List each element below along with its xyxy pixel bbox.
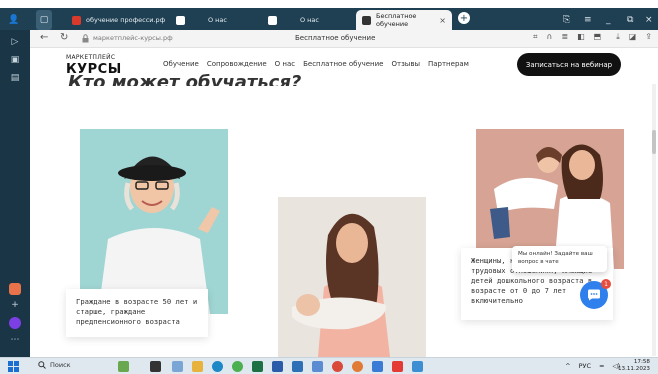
taskbar-app2-icon[interactable] [312, 361, 323, 372]
panel-icon[interactable]: ▣ [9, 54, 21, 66]
taskbar-chrome-icon[interactable] [232, 361, 243, 372]
browser-tab-bar: 👤 ▢ обучение професси.рф О нас О нас Бес… [0, 8, 658, 30]
reader-icon[interactable]: ∩ [547, 32, 553, 42]
taskbar-app5-icon[interactable] [412, 361, 423, 372]
play-icon[interactable]: ▷ [9, 36, 21, 48]
chat-tooltip-text: Мы онлайн! Задайте ваш вопрос в чате [518, 251, 593, 265]
taskbar-search[interactable]: Поиск [38, 361, 71, 369]
taskbar-widgets-icon[interactable] [118, 361, 129, 372]
browser-side-panel: ◷ ▷ ▣ ▤ + ⋯ [0, 8, 30, 357]
downloads-icon[interactable]: ⤓ [616, 32, 620, 42]
taskbar-app4-icon[interactable] [372, 361, 383, 372]
system-tray: ^ РУС ≈ ◁) [565, 362, 620, 370]
search-icon [38, 361, 46, 369]
taskbar-excel-icon[interactable] [252, 361, 263, 372]
logo-top[interactable]: МАРКЕТПЛЕЙС [66, 54, 115, 61]
collections-icon[interactable]: ≣ [561, 32, 568, 42]
photo-mother-baby [278, 197, 426, 357]
tab-favicon-icon [72, 15, 81, 25]
taskbar-taskview-icon[interactable] [150, 361, 161, 372]
maximize-icon[interactable]: ⧉ [627, 10, 633, 30]
windows-taskbar: Поиск ^ РУС ≈ ◁) 17:58 13.11.2023 [0, 357, 658, 374]
minimize-icon[interactable]: _ [606, 10, 611, 30]
save-icon[interactable]: ⬒ [594, 32, 602, 42]
taskbar-search-label: Поиск [50, 361, 71, 369]
menu-item-reviews[interactable]: Отзывы [391, 60, 420, 68]
page-scrollbar-thumb[interactable] [652, 130, 656, 154]
menu-item-partners[interactable]: Партнерам [428, 60, 469, 68]
tray-chevron-icon[interactable]: ^ [565, 362, 570, 370]
tabs-icon[interactable]: ▤ [9, 72, 21, 84]
translate-icon[interactable]: ⌗ [533, 32, 538, 42]
clock-time: 17:58 [633, 359, 650, 365]
tab-favicon-icon [176, 15, 185, 25]
page-scrollbar[interactable] [652, 84, 656, 356]
reload-icon[interactable]: ↻ [60, 32, 68, 43]
share-icon[interactable]: ⇪ [645, 32, 652, 42]
taskbar-app-icon[interactable] [172, 361, 183, 372]
tab-1[interactable]: обучение професси.рф [66, 10, 172, 30]
page-title: Бесплатное обучение [295, 34, 376, 42]
taskbar-app3-icon[interactable] [352, 361, 363, 372]
bookmark-icon[interactable]: ◧ [577, 32, 585, 42]
bookmark-window-icon[interactable]: ⎘ [563, 10, 570, 30]
clock-date: 13.11.2023 [617, 366, 650, 372]
new-tab-button[interactable]: + [458, 12, 470, 24]
photo-senior-woman [80, 129, 228, 314]
url-input[interactable]: маркетплейс-курсы.рф [93, 34, 173, 42]
menu-item-training[interactable]: Обучение [163, 60, 199, 68]
close-tab-icon[interactable]: × [439, 16, 446, 25]
chat-unread-badge: 1 [601, 279, 611, 289]
card-seniors-text: Граждане в возрасте 50 лет и старше, гра… [76, 297, 198, 326]
webinar-signup-button[interactable]: Записаться на вебинар [517, 53, 621, 76]
section-heading: Кто может обучаться? [68, 72, 302, 86]
menu-item-support[interactable]: Сопровождение [207, 60, 267, 68]
address-bar-actions: ⌗ ∩ ≣ ◧ ⬒ ⤓ ◪ ⇪ [533, 32, 652, 42]
tab-active[interactable]: Бесплатное обучение × [356, 10, 452, 30]
taskbar-outlook-icon[interactable] [292, 361, 303, 372]
tab-favicon-icon [362, 15, 371, 25]
start-button[interactable] [8, 361, 19, 372]
card-seniors: Граждане в возрасте 50 лет и старше, гра… [66, 289, 208, 337]
extension-icon[interactable] [9, 283, 21, 295]
address-bar: ← ↻ маркетплейс-курсы.рф Бесплатное обуч… [30, 30, 658, 48]
profile-icon[interactable]: 👤 [8, 10, 19, 30]
lock-icon [82, 34, 89, 43]
add-panel-icon[interactable]: + [9, 299, 21, 311]
menu-icon[interactable]: ≡ [584, 10, 592, 30]
assistant-icon[interactable] [9, 317, 21, 329]
taskbar-edge-icon[interactable] [212, 361, 223, 372]
back-icon[interactable]: ← [40, 32, 48, 43]
menu-item-free-training[interactable]: Бесплатное обучение [303, 60, 383, 68]
tab-3[interactable]: О нас [262, 10, 352, 30]
taskbar-word-icon[interactable] [272, 361, 283, 372]
main-menu: Обучение Сопровождение О нас Бесплатное … [163, 60, 469, 68]
taskbar-yandex-icon[interactable] [332, 361, 343, 372]
taskbar-browser-icon[interactable] [392, 361, 403, 372]
extensions-icon[interactable]: ◪ [629, 32, 637, 42]
more-icon[interactable]: ⋯ [9, 334, 21, 346]
tab-group-icon[interactable]: ▢ [36, 10, 52, 30]
tray-language[interactable]: РУС [579, 362, 591, 370]
taskbar-explorer-icon[interactable] [192, 361, 203, 372]
menu-item-about[interactable]: О нас [275, 60, 295, 68]
chat-icon [588, 289, 600, 301]
close-window-icon[interactable]: × [645, 10, 653, 30]
tab-favicon-icon [268, 15, 277, 25]
wifi-icon[interactable]: ≈ [599, 362, 604, 370]
tab-2[interactable]: О нас [170, 10, 260, 30]
chat-tooltip[interactable]: Мы онлайн! Задайте ваш вопрос в чате [512, 246, 607, 272]
taskbar-clock[interactable]: 17:58 13.11.2023 [618, 359, 650, 373]
